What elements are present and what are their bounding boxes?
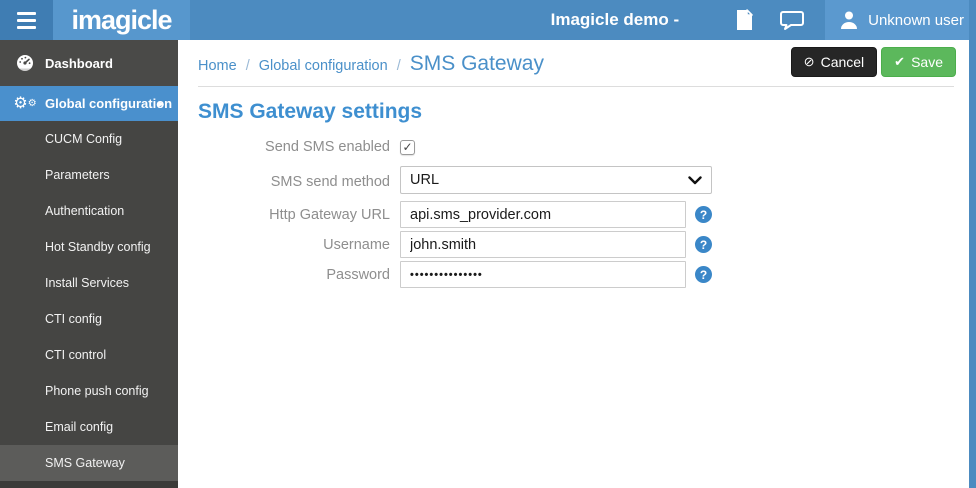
sidebar-item-phone-push-config[interactable]: Phone push config: [0, 373, 178, 409]
breadcrumb-separator: /: [246, 58, 250, 74]
sidebar-bottom-divider: [0, 481, 178, 488]
sidebar-item-hot-standby-config[interactable]: Hot Standby config: [0, 229, 178, 265]
chevron-down-icon: [688, 176, 702, 185]
sidebar: Dashboard ⚙⚙ Global configuration ▸ CUCM…: [0, 40, 178, 488]
cancel-icon: ⊘: [804, 54, 815, 70]
sms-send-method-select[interactable]: URL: [400, 166, 712, 194]
hamburger-icon: [17, 12, 36, 15]
username-input[interactable]: [400, 231, 686, 258]
help-icon[interactable]: ?: [695, 236, 712, 253]
send-sms-enabled-label: Send SMS enabled: [198, 139, 400, 155]
hamburger-menu-button[interactable]: [0, 0, 53, 40]
help-icon[interactable]: ?: [695, 206, 712, 223]
gears-icon: ⚙⚙: [14, 96, 36, 112]
sidebar-item-parameters[interactable]: Parameters: [0, 157, 178, 193]
document-icon[interactable]: [731, 9, 757, 31]
top-bar: imagicle Imagicle demo - Unknown user: [0, 0, 976, 40]
chat-icon[interactable]: [779, 10, 805, 31]
save-button-label: Save: [911, 54, 943, 70]
imagicle-logo-text: imagicle: [71, 5, 171, 36]
http-gateway-url-label: Http Gateway URL: [198, 207, 400, 223]
username-label: Username: [198, 237, 400, 253]
chevron-right-icon: ▸: [158, 97, 164, 110]
main-content: Home / Global configuration / SMS Gatewa…: [178, 40, 969, 488]
password-label: Password: [198, 267, 400, 283]
sidebar-item-sms-gateway[interactable]: SMS Gateway: [0, 445, 178, 481]
checkbox-check-icon: ✓: [402, 141, 412, 153]
sms-gateway-form: Send SMS enabled ✓ SMS send method URL H…: [198, 136, 758, 291]
breadcrumb: Home / Global configuration / SMS Gatewa…: [198, 52, 544, 76]
sidebar-item-global-configuration[interactable]: ⚙⚙ Global configuration ▸: [0, 86, 178, 121]
user-name-label: Unknown user: [868, 12, 964, 29]
imagicle-logo: imagicle: [53, 0, 190, 40]
sidebar-item-cti-config[interactable]: CTI config: [0, 301, 178, 337]
http-gateway-url-input[interactable]: [400, 201, 686, 228]
breadcrumb-global-configuration-link[interactable]: Global configuration: [259, 58, 388, 74]
action-buttons: ⊘ Cancel ✔ Save: [791, 47, 956, 77]
cancel-button-label: Cancel: [821, 54, 865, 70]
send-sms-enabled-checkbox[interactable]: ✓: [400, 140, 415, 155]
sidebar-item-cti-control[interactable]: CTI control: [0, 337, 178, 373]
user-menu[interactable]: Unknown user: [825, 0, 976, 40]
cancel-button[interactable]: ⊘ Cancel: [791, 47, 878, 77]
instance-title: Imagicle demo -: [551, 10, 679, 30]
help-icon[interactable]: ?: [695, 266, 712, 283]
sidebar-item-cucm-config[interactable]: CUCM Config: [0, 121, 178, 157]
breadcrumb-separator: /: [397, 58, 401, 74]
breadcrumb-current-page: SMS Gateway: [410, 52, 544, 76]
save-button[interactable]: ✔ Save: [881, 47, 956, 77]
sidebar-item-install-services[interactable]: Install Services: [0, 265, 178, 301]
vertical-scrollbar[interactable]: [969, 0, 976, 488]
breadcrumb-home-link[interactable]: Home: [198, 58, 237, 74]
sidebar-item-dashboard[interactable]: Dashboard: [0, 40, 178, 86]
page-title: SMS Gateway settings: [198, 100, 422, 124]
sms-send-method-value: URL: [410, 172, 688, 188]
header-divider: [198, 86, 954, 87]
sidebar-item-authentication[interactable]: Authentication: [0, 193, 178, 229]
sidebar-item-label: Global configuration: [45, 96, 172, 111]
checkmark-icon: ✔: [894, 54, 905, 70]
sms-send-method-label: SMS send method: [198, 174, 400, 190]
sidebar-item-email-config[interactable]: Email config: [0, 409, 178, 445]
dashboard-icon: [14, 54, 36, 72]
password-input[interactable]: [400, 261, 686, 288]
sidebar-submenu: CUCM Config Parameters Authentication Ho…: [0, 121, 178, 481]
sidebar-item-label: Dashboard: [45, 56, 113, 71]
user-icon: [839, 10, 859, 30]
